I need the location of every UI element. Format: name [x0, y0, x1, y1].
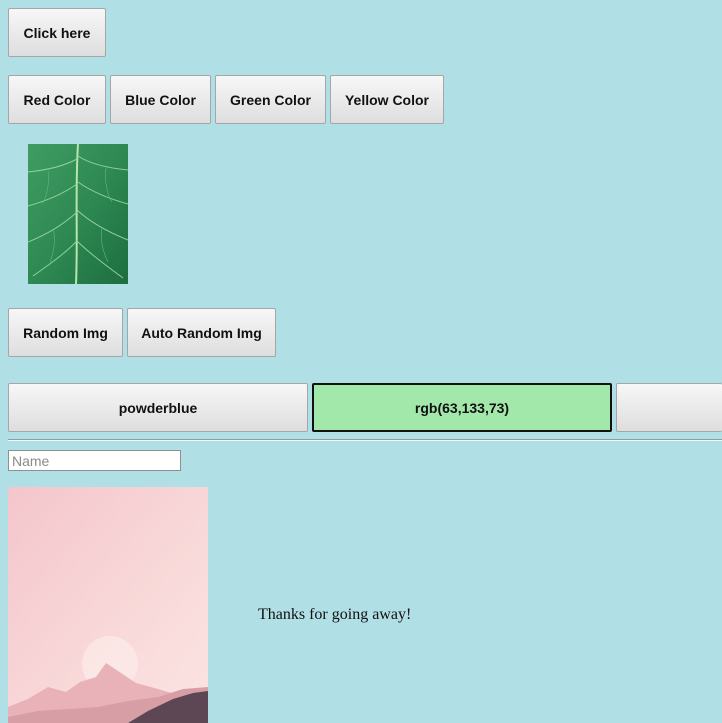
leaf-image — [28, 144, 128, 284]
red-color-button[interactable]: Red Color — [8, 75, 106, 124]
pink-landscape-image — [8, 487, 208, 723]
divider — [8, 439, 722, 441]
name-input[interactable] — [8, 450, 181, 471]
color-swatch-powderblue[interactable]: powderblue — [8, 383, 308, 432]
auto-random-img-button[interactable]: Auto Random Img — [127, 308, 276, 357]
random-img-button[interactable]: Random Img — [8, 308, 123, 357]
click-here-button[interactable]: Click here — [8, 8, 106, 57]
green-color-button[interactable]: Green Color — [215, 75, 326, 124]
color-swatch-third[interactable] — [616, 383, 722, 432]
blue-color-button[interactable]: Blue Color — [110, 75, 211, 124]
thanks-message: Thanks for going away! — [258, 606, 412, 623]
page: Click here Red Color Blue Color Green Co… — [0, 0, 722, 723]
color-swatch-selected[interactable]: rgb(63,133,73) — [312, 383, 612, 432]
yellow-color-button[interactable]: Yellow Color — [330, 75, 444, 124]
